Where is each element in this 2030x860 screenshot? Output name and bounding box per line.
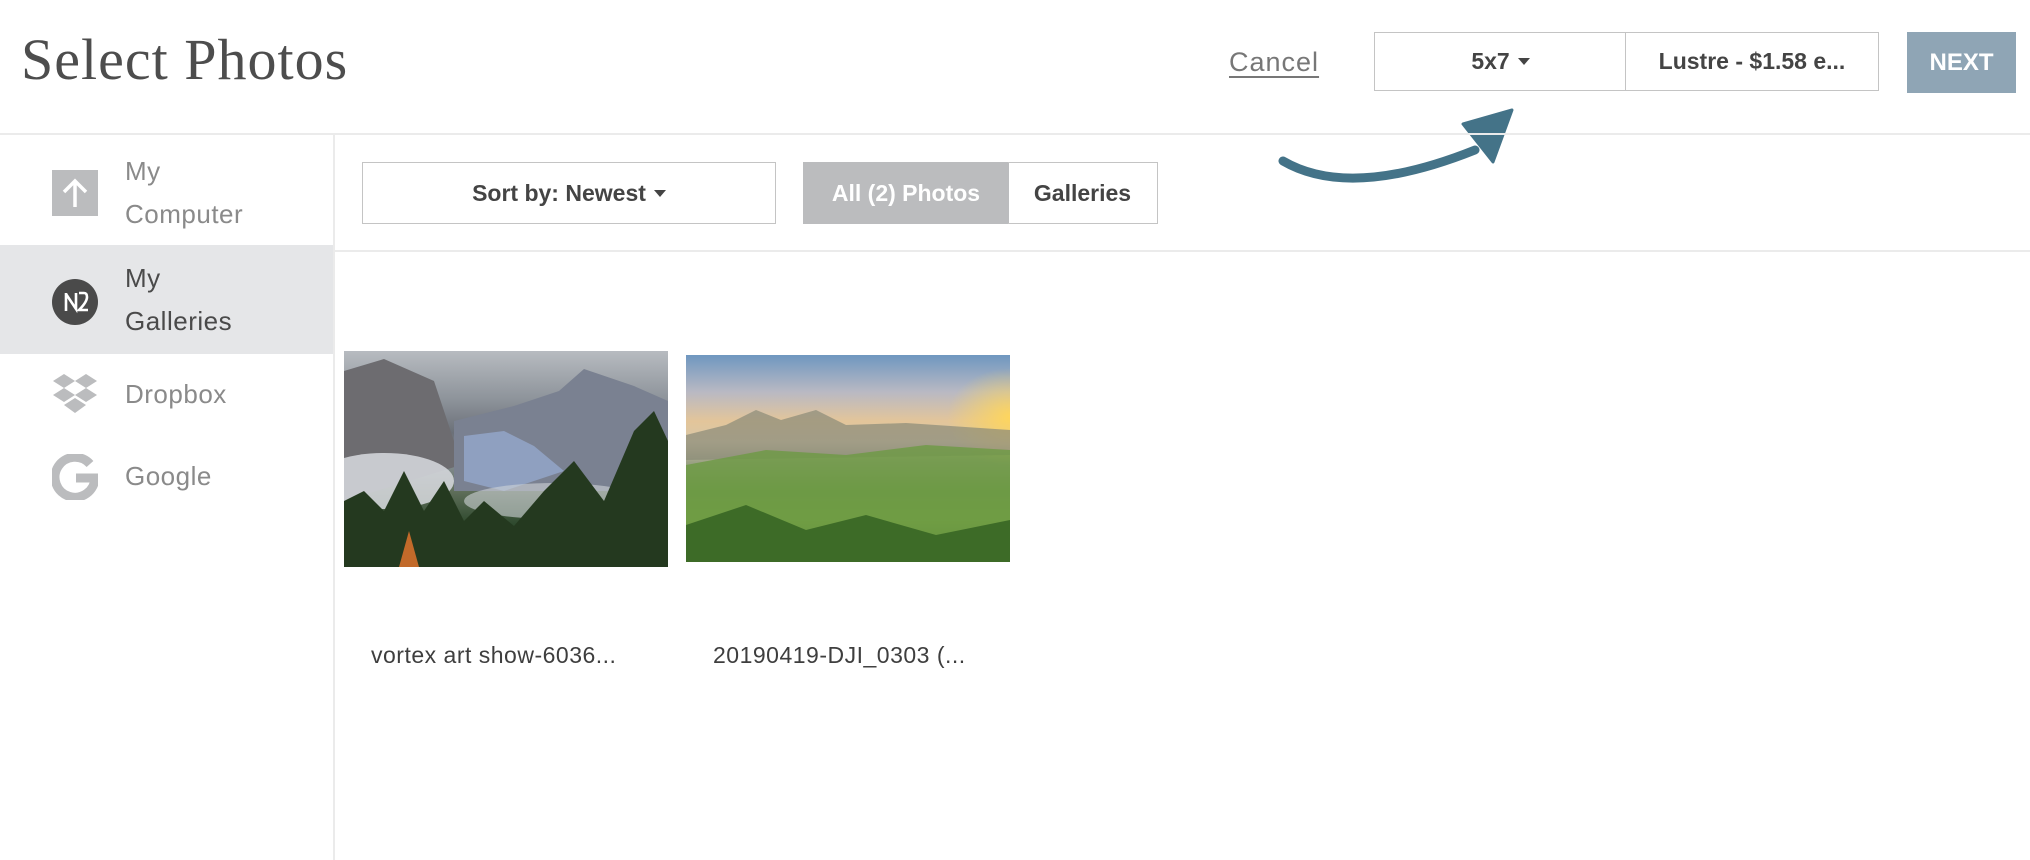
pointer-arrow-icon bbox=[1278, 108, 1514, 183]
photo-thumbnail[interactable] bbox=[686, 355, 1010, 562]
photo-caption[interactable]: 20190419-DJI_0303 (... bbox=[713, 637, 966, 673]
paper-type-value: Lustre - $1.58 e... bbox=[1658, 48, 1846, 74]
google-icon bbox=[52, 454, 98, 500]
galleries-logo-icon bbox=[52, 279, 98, 325]
tab-galleries[interactable]: Galleries bbox=[1008, 162, 1158, 224]
photo-image-hills bbox=[686, 410, 1010, 562]
sidebar-item-my-galleries[interactable]: My Galleries bbox=[0, 245, 333, 354]
photo-image-mountains bbox=[344, 359, 668, 567]
next-button[interactable]: NEXT bbox=[1907, 32, 2016, 93]
print-size-value: 5x7 bbox=[1471, 48, 1510, 74]
sidebar-item-dropbox[interactable]: Dropbox bbox=[0, 370, 333, 420]
sidebar-item-my-computer[interactable]: My Computer bbox=[0, 140, 333, 245]
sort-label: Sort by: Newest bbox=[472, 179, 646, 206]
upload-icon bbox=[52, 169, 98, 216]
sidebar-item-google[interactable]: Google bbox=[0, 452, 333, 502]
header-divider bbox=[0, 133, 2030, 135]
photo-thumbnail[interactable] bbox=[344, 351, 668, 567]
caret-down-icon bbox=[653, 189, 666, 197]
sidebar-item-label: My Computer bbox=[125, 156, 244, 229]
sidebar-item-label: Dropbox bbox=[125, 379, 227, 409]
caret-down-icon bbox=[1517, 58, 1530, 65]
sidebar-item-label: Google bbox=[125, 461, 212, 491]
cancel-link[interactable]: Cancel bbox=[1229, 44, 1319, 80]
dropbox-icon bbox=[52, 372, 98, 418]
toolbar-divider bbox=[335, 250, 2030, 252]
photo-caption[interactable]: vortex art show-6036... bbox=[371, 637, 616, 673]
arrow-shaft bbox=[1278, 145, 1480, 183]
sidebar-item-label: My Galleries bbox=[125, 263, 233, 336]
page-title: Select Photos bbox=[21, 27, 349, 92]
tab-all-photos[interactable]: All (2) Photos bbox=[803, 162, 1009, 224]
print-size-dropdown[interactable]: 5x7 bbox=[1374, 32, 1627, 91]
sort-dropdown[interactable]: Sort by: Newest bbox=[362, 162, 776, 224]
sidebar-divider bbox=[333, 134, 335, 860]
paper-type-dropdown[interactable]: Lustre - $1.58 e... bbox=[1625, 32, 1879, 91]
